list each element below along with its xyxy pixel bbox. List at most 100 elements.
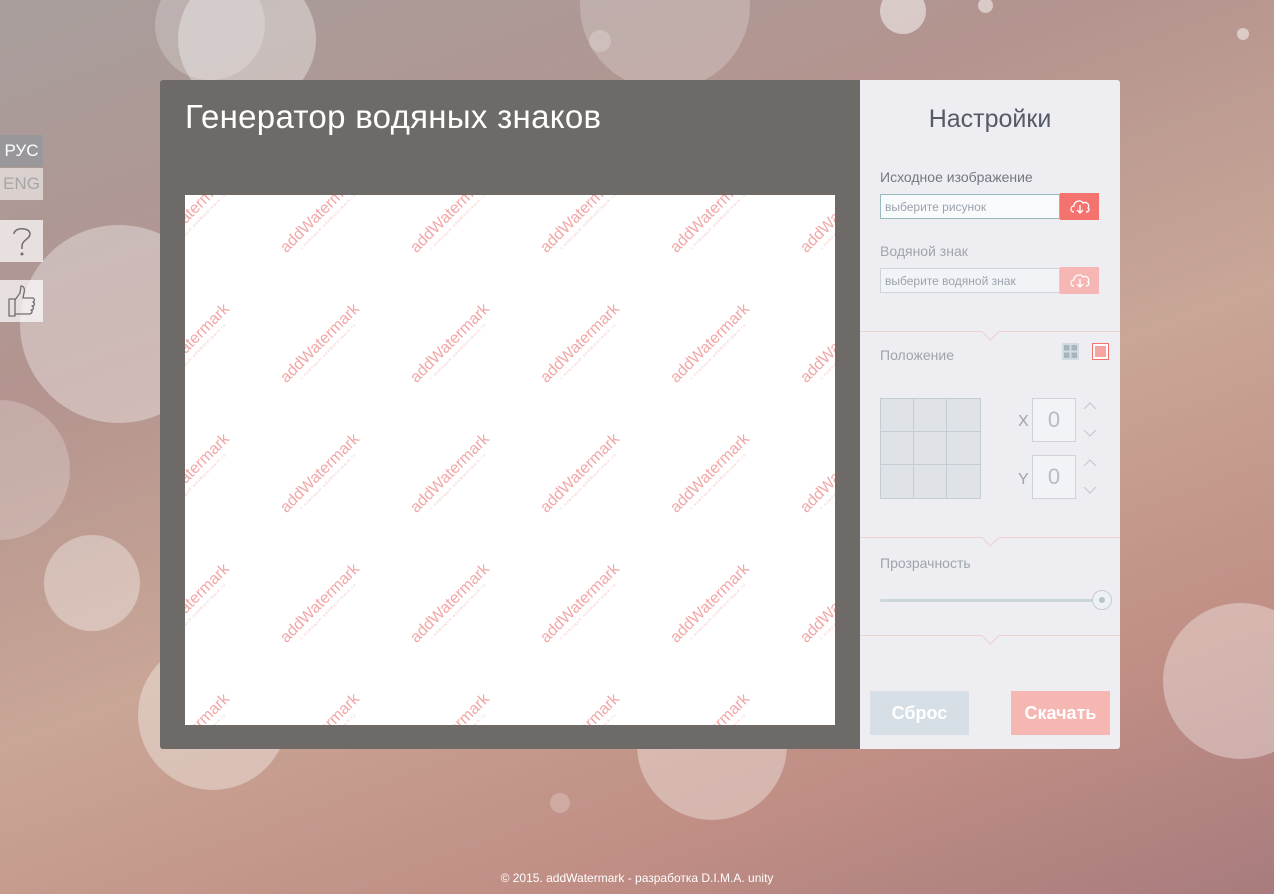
source-image-input[interactable]: выберите рисунок xyxy=(880,194,1060,219)
watermark-tile: addWatermarkс помощью addWatermark.ru xyxy=(537,300,627,390)
watermark-tile: addWatermarkс помощью addWatermark.ru xyxy=(407,195,497,260)
watermark-text: addWatermark xyxy=(407,300,493,387)
watermark-tile: addWatermarkс помощью addWatermark.ru xyxy=(667,690,757,725)
watermark-tile: addWatermarkс помощью addWatermark.ru xyxy=(797,690,835,725)
settings-panel: Настройки Исходное изображение выберите … xyxy=(860,80,1120,749)
position-cell[interactable] xyxy=(947,432,980,465)
watermark-tile: addWatermarkс помощью addWatermark.ru xyxy=(277,430,367,520)
watermark-tile: addWatermarkс помощью addWatermark.ru xyxy=(185,300,236,390)
question-mark-icon xyxy=(12,228,31,256)
y-coordinate-input[interactable]: 0 xyxy=(1032,455,1076,499)
watermark-upload-button[interactable] xyxy=(1060,267,1099,294)
opacity-slider-handle[interactable] xyxy=(1092,590,1112,610)
preview-panel: Генератор водяных знаков addWatermarkс п… xyxy=(160,80,860,749)
watermark-text: addWatermark xyxy=(797,430,835,517)
y-increment-button[interactable] xyxy=(1082,457,1098,469)
watermark-tile: addWatermarkс помощью addWatermark.ru xyxy=(185,690,236,725)
watermark-tile: addWatermarkс помощью addWatermark.ru xyxy=(277,690,367,725)
chevron-up-icon xyxy=(1083,459,1097,467)
watermark-tile: addWatermarkс помощью addWatermark.ru xyxy=(277,195,367,260)
settings-title: Настройки xyxy=(928,105,1052,133)
watermark-tile: addWatermarkс помощью addWatermark.ru xyxy=(277,560,367,650)
position-cell[interactable] xyxy=(881,465,914,498)
x-increment-button[interactable] xyxy=(1082,400,1098,412)
watermark-text: addWatermark xyxy=(407,430,493,517)
watermark-tile: addWatermarkс помощью addWatermark.ru xyxy=(537,195,627,260)
watermark-tile: addWatermarkс помощью addWatermark.ru xyxy=(797,560,835,650)
watermark-tile: addWatermarkс помощью addWatermark.ru xyxy=(277,300,367,390)
watermark-tile: addWatermarkс помощью addWatermark.ru xyxy=(185,195,236,260)
section-divider-notch xyxy=(981,322,1000,341)
source-upload-button[interactable] xyxy=(1060,193,1099,220)
watermark-tile: addWatermarkс помощью addWatermark.ru xyxy=(537,690,627,725)
position-cell[interactable] xyxy=(881,399,914,432)
opacity-label: Прозрачность xyxy=(880,555,971,571)
section-divider-notch xyxy=(981,528,1000,547)
single-mode-button[interactable] xyxy=(1092,343,1109,360)
like-button[interactable] xyxy=(0,280,43,322)
y-decrement-button[interactable] xyxy=(1082,484,1098,496)
y-label: Y xyxy=(1018,471,1029,488)
watermark-text: addWatermark xyxy=(185,690,233,725)
single-square-icon xyxy=(1095,346,1106,357)
cloud-download-icon xyxy=(1069,200,1090,214)
preview-canvas: addWatermarkс помощью addWatermark.ruadd… xyxy=(185,195,835,725)
watermark-text: addWatermark xyxy=(537,430,623,517)
position-cell[interactable] xyxy=(914,432,947,465)
watermark-text: addWatermark xyxy=(277,560,363,647)
watermark-tile: addWatermarkс помощью addWatermark.ru xyxy=(185,560,236,650)
watermark-text: addWatermark xyxy=(407,560,493,647)
tile-mode-button[interactable] xyxy=(1062,343,1079,360)
watermark-text: addWatermark xyxy=(797,300,835,387)
watermark-text: addWatermark xyxy=(667,560,753,647)
watermark-tile: addWatermarkс помощью addWatermark.ru xyxy=(407,690,497,725)
position-cell[interactable] xyxy=(947,399,980,432)
position-cell[interactable] xyxy=(914,399,947,432)
download-button[interactable]: Скачать xyxy=(1011,691,1110,735)
lang-en-button[interactable]: ENG xyxy=(0,168,43,200)
watermark-tile: addWatermarkс помощью addWatermark.ru xyxy=(537,430,627,520)
watermark-text: addWatermark xyxy=(797,560,835,647)
cloud-download-icon xyxy=(1069,274,1090,288)
side-nav: РУС ENG xyxy=(0,135,43,200)
watermark-text: addWatermark xyxy=(797,690,835,725)
section-divider-notch xyxy=(981,626,1000,645)
watermark-tile: addWatermarkс помощью addWatermark.ru xyxy=(667,560,757,650)
watermark-tile: addWatermarkс помощью addWatermark.ru xyxy=(537,560,627,650)
tile-grid-icon xyxy=(1062,343,1079,360)
position-label: Положение xyxy=(880,347,954,363)
watermark-tile: addWatermarkс помощью addWatermark.ru xyxy=(797,430,835,520)
position-cell[interactable] xyxy=(914,465,947,498)
watermark-text: addWatermark xyxy=(277,430,363,517)
watermark-tile: addWatermarkс помощью addWatermark.ru xyxy=(407,560,497,650)
chevron-up-icon xyxy=(1083,402,1097,410)
watermark-text: addWatermark xyxy=(667,430,753,517)
x-coordinate-input[interactable]: 0 xyxy=(1032,398,1076,442)
position-cell[interactable] xyxy=(881,432,914,465)
watermark-text: addWatermark xyxy=(797,195,835,257)
page-title: Генератор водяных знаков xyxy=(185,98,602,135)
opacity-slider-track[interactable] xyxy=(880,599,1102,602)
watermark-tile: addWatermarkс помощью addWatermark.ru xyxy=(407,430,497,520)
x-label: X xyxy=(1018,413,1029,430)
watermark-tile: addWatermarkс помощью addWatermark.ru xyxy=(667,430,757,520)
watermark-tile: addWatermarkс помощью addWatermark.ru xyxy=(667,300,757,390)
watermark-label: Водяной знак xyxy=(880,243,968,259)
footer: © 2015. addWatermark - разработка D.I.M.… xyxy=(500,871,774,885)
lang-ru-button[interactable]: РУС xyxy=(0,135,43,167)
reset-button[interactable]: Сброс xyxy=(870,691,969,735)
chevron-down-icon xyxy=(1083,486,1097,494)
x-decrement-button[interactable] xyxy=(1082,427,1098,439)
watermark-tile: addWatermarkс помощью addWatermark.ru xyxy=(667,195,757,260)
position-cell[interactable] xyxy=(947,465,980,498)
thumbs-up-icon xyxy=(7,285,35,317)
source-image-label: Исходное изображение xyxy=(880,169,1033,185)
position-grid xyxy=(880,398,981,499)
watermark-text: addWatermark xyxy=(277,300,363,387)
slider-handle-dot xyxy=(1099,597,1105,603)
watermark-input[interactable]: выберите водяной знак xyxy=(880,268,1060,293)
watermark-subtext: с помощью addWatermark.ru xyxy=(810,703,835,725)
watermark-tile: addWatermarkс помощью addWatermark.ru xyxy=(185,430,236,520)
help-button[interactable] xyxy=(0,220,43,262)
watermark-text: addWatermark xyxy=(537,300,623,387)
